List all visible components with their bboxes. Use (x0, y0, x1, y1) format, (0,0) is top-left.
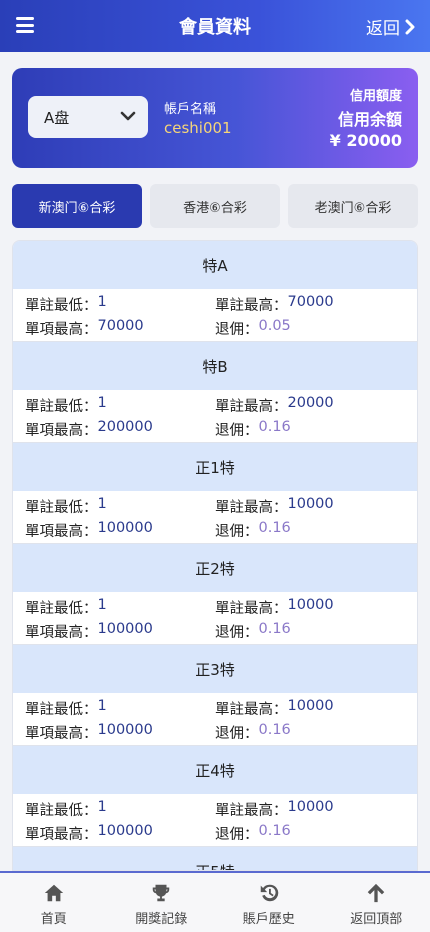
section-title: 正3特 (13, 645, 417, 693)
min-bet-label: 單註最低： (25, 701, 98, 718)
section-zheng-2: 正2特 單註最低： 1 單註最高： 10000 單項最高： 100000 退佣： 0.1… (13, 544, 417, 645)
credit-balance-label: 信用余額 (337, 110, 402, 129)
min-bet-value: 1 (97, 394, 107, 411)
menu-icon[interactable] (16, 17, 34, 33)
back-button[interactable]: 返回 (366, 14, 416, 39)
rebate-value: 0.16 (258, 822, 291, 839)
section-title: 正1特 (13, 443, 417, 491)
rebate-value: 0.16 (258, 620, 291, 637)
max-bet-label: 單註最高： (215, 600, 288, 617)
section-te-b: 特B 單註最低： 1 單註最高： 20000 單項最高： 200000 退佣： 0.16 (13, 342, 417, 443)
max-bet-label: 單註最高： (215, 499, 288, 516)
max-bet-label: 單註最高： (215, 398, 288, 415)
section-title: 特A (13, 241, 417, 289)
max-bet-label: 單註最高： (215, 701, 288, 718)
top-header: 會員資料 返回 (0, 0, 430, 52)
max-bet-value: 10000 (287, 798, 334, 815)
rebate-label: 退佣： (215, 321, 259, 338)
section-te-a: 特A 單註最低： 1 單註最高： 70000 單項最高： 70000 退佣： 0.05 (13, 241, 417, 342)
rebate-value: 0.05 (258, 317, 291, 334)
section-title: 正5特 (13, 847, 417, 870)
back-label: 返回 (366, 19, 400, 39)
bottom-tabbar: 首頁 開獎記錄 賬戶歷史 返回頂部 (0, 871, 430, 932)
account-name-label: 帳戶名稱 (164, 102, 217, 117)
account-name-value: ceshi001 (164, 119, 232, 137)
section-zheng-4: 正4特 單註最低： 1 單註最高： 10000 單項最高： 100000 退佣： 0.1… (13, 746, 417, 847)
tab-new-macau[interactable]: 新澳门⑥合彩 (12, 184, 142, 228)
chevron-down-icon (120, 111, 136, 121)
min-bet-label: 單註最低： (25, 297, 98, 314)
max-item-value: 70000 (97, 317, 144, 334)
max-item-value: 100000 (97, 519, 153, 536)
max-item-label: 單項最高： (25, 422, 98, 439)
max-item-label: 單項最高： (25, 725, 98, 742)
tabbar-label: 返回頂部 (350, 912, 403, 927)
min-bet-label: 單註最低： (25, 398, 98, 415)
account-card: A盘 帳戶名稱 ceshi001 信用額度 信用余額 ¥ 20000 (12, 68, 418, 168)
tabbar-home[interactable]: 首頁 (0, 873, 108, 932)
rebate-value: 0.16 (258, 418, 291, 435)
tabbar-label: 首頁 (40, 912, 67, 927)
rebate-value: 0.16 (258, 721, 291, 738)
min-bet-value: 1 (97, 495, 107, 512)
tab-old-macau[interactable]: 老澳门⑥合彩 (288, 184, 418, 228)
max-bet-label: 單註最高： (215, 802, 288, 819)
home-icon (44, 884, 63, 902)
rebate-label: 退佣： (215, 826, 259, 843)
rebate-label: 退佣： (215, 725, 259, 742)
min-bet-label: 單註最低： (25, 802, 98, 819)
max-item-value: 100000 (97, 822, 153, 839)
max-item-label: 單項最高： (25, 826, 98, 843)
min-bet-label: 單註最低： (25, 600, 98, 617)
tabbar-draw-records[interactable]: 開獎記錄 (108, 873, 216, 932)
max-bet-value: 10000 (287, 697, 334, 714)
arrow-up-icon (368, 883, 385, 903)
rebate-label: 退佣： (215, 624, 259, 641)
rebate-label: 退佣： (215, 523, 259, 540)
section-title: 正4特 (13, 746, 417, 794)
min-bet-value: 1 (97, 697, 107, 714)
min-bet-value: 1 (97, 798, 107, 815)
page-title: 會員資料 (179, 17, 251, 38)
rebate-value: 0.16 (258, 519, 291, 536)
max-item-value: 100000 (97, 721, 153, 738)
max-item-label: 單項最高： (25, 523, 98, 540)
history-icon (260, 884, 278, 902)
section-title: 正2特 (13, 544, 417, 592)
max-item-label: 單項最高： (25, 624, 98, 641)
lottery-tabs: 新澳门⑥合彩 香港⑥合彩 老澳门⑥合彩 (12, 184, 418, 228)
max-bet-label: 單註最高： (215, 297, 288, 314)
section-title: 特B (13, 342, 417, 390)
tabbar-account-history[interactable]: 賬戶歷史 (215, 873, 323, 932)
section-zheng-1: 正1特 單註最低： 1 單註最高： 10000 單項最高： 100000 退佣： 0.1… (13, 443, 417, 544)
tabbar-back-to-top[interactable]: 返回頂部 (323, 873, 430, 932)
max-item-label: 單項最高： (25, 321, 98, 338)
max-bet-value: 20000 (287, 394, 334, 411)
max-bet-value: 70000 (287, 293, 334, 310)
trophy-icon (153, 884, 170, 902)
rebate-label: 退佣： (215, 422, 259, 439)
bet-limit-list: 特A 單註最低： 1 單註最高： 70000 單項最高： 70000 退佣： 0.05 … (12, 240, 418, 871)
section-zheng-5: 正5特 (13, 847, 417, 870)
min-bet-value: 1 (97, 596, 107, 613)
max-bet-value: 10000 (287, 495, 334, 512)
section-zheng-3: 正3特 單註最低： 1 單註最高： 10000 單項最高： 100000 退佣： 0.1… (13, 645, 417, 746)
max-item-value: 100000 (97, 620, 153, 637)
plate-select[interactable]: A盘 (28, 96, 148, 138)
plate-value: A盘 (44, 108, 70, 127)
tab-hong-kong[interactable]: 香港⑥合彩 (150, 184, 280, 228)
min-bet-value: 1 (97, 293, 107, 310)
min-bet-label: 單註最低： (25, 499, 98, 516)
max-bet-value: 10000 (287, 596, 334, 613)
tabbar-label: 賬戶歷史 (242, 912, 295, 927)
tabbar-label: 開獎記錄 (135, 912, 188, 927)
max-item-value: 200000 (97, 418, 153, 435)
credit-limit-label: 信用額度 (349, 89, 402, 104)
credit-balance-value: ¥ 20000 (329, 131, 402, 150)
chevron-right-icon (405, 19, 415, 34)
